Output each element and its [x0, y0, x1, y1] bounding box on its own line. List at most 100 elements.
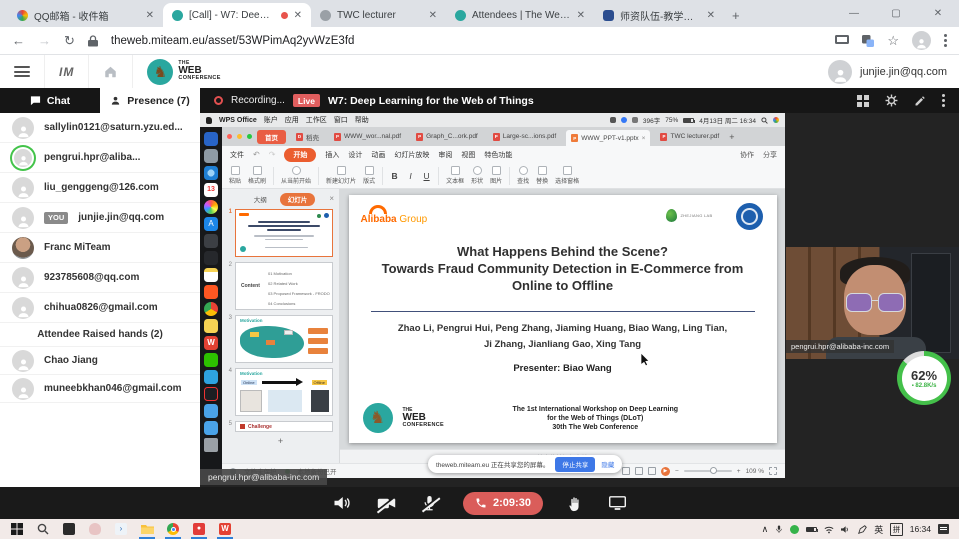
spotlight-search-icon[interactable]	[761, 117, 768, 124]
slideshow-play-icon[interactable]: ▶	[661, 467, 670, 476]
speaker-icon[interactable]	[333, 495, 351, 511]
dock-icon-folder[interactable]	[204, 421, 218, 435]
tab-chat[interactable]: Chat	[0, 88, 100, 113]
slide-thumbnail-1[interactable]: 1	[222, 206, 339, 259]
menu-help[interactable]: 帮助	[355, 115, 369, 125]
ime-language-indicator[interactable]: 英	[874, 523, 883, 536]
user-account[interactable]: junjie.jin@qq.com	[828, 60, 959, 84]
window-maximize-button[interactable]: ▢	[875, 0, 917, 27]
image-tool[interactable]: 图片	[490, 166, 502, 186]
view-normal-icon[interactable]	[622, 467, 630, 475]
tab-close-icon[interactable]: ✕	[429, 10, 437, 21]
tab-close-icon[interactable]: ✕	[146, 10, 154, 21]
tab-close-icon[interactable]: ✕	[707, 10, 715, 21]
play-from-current-tool[interactable]: 从当前开始	[281, 166, 311, 186]
view-sorter-icon[interactable]	[635, 467, 643, 475]
zoom-out-button[interactable]: −	[675, 468, 679, 475]
tray-antivirus-icon[interactable]	[790, 525, 799, 534]
attendee-row[interactable]: sallylin0121@saturn.yzu.ed...	[0, 113, 200, 143]
raise-hand-button[interactable]	[569, 495, 583, 512]
tray-expand-chevron-icon[interactable]: ∧	[762, 524, 769, 535]
share-button[interactable]: 分享	[763, 150, 777, 160]
layout-tool[interactable]: 版式	[363, 166, 375, 186]
dock-icon-stickies[interactable]	[204, 319, 218, 333]
ribbon-tab-home-active[interactable]: 开始	[284, 148, 316, 162]
dock-icon-qq[interactable]	[204, 387, 218, 401]
slides-tab-active[interactable]: 幻灯片	[280, 193, 316, 206]
format-painter-tool[interactable]: 格式刷	[248, 166, 266, 186]
find-tool[interactable]: 查找	[517, 166, 529, 186]
ime-mode-indicator[interactable]: 拼	[890, 523, 903, 536]
ribbon-tab-review[interactable]: 审阅	[438, 150, 452, 160]
browser-menu-icon[interactable]	[944, 34, 947, 47]
ribbon-tab-features[interactable]: 特色功能	[484, 150, 512, 160]
wps-new-tab-button[interactable]: +	[729, 132, 734, 142]
bold-tool[interactable]: B	[390, 171, 399, 181]
wps-tab-pdf[interactable]: PLarge-sc...ions.pdf	[488, 130, 561, 144]
dock-icon-screenshot[interactable]	[204, 251, 218, 265]
italic-tool[interactable]: I	[406, 171, 415, 181]
browser-tab-qqmail[interactable]: QQ邮箱 - 收件箱 ✕	[8, 3, 163, 27]
new-tab-button[interactable]: +	[732, 8, 740, 23]
zoom-slider[interactable]	[684, 470, 732, 472]
taskbar-file-explorer[interactable]	[134, 519, 160, 539]
window-minimize-button[interactable]: —	[833, 0, 875, 27]
url-field[interactable]: theweb.miteam.eu/asset/53WPimAq2yvWzE3fd	[111, 35, 355, 47]
annotate-pencil-icon[interactable]	[914, 95, 926, 107]
ribbon-tab-slideshow[interactable]: 幻灯片放映	[394, 150, 429, 160]
window-close-button[interactable]: ✕	[917, 0, 959, 27]
wps-tab-pdf[interactable]: PTWC lecturer.pdf	[655, 130, 724, 144]
underline-tool[interactable]: U	[422, 171, 431, 181]
dock-icon-folder[interactable]	[204, 404, 218, 418]
add-slide-button[interactable]: +	[222, 436, 339, 446]
collab-button[interactable]: 协作	[740, 150, 754, 160]
taskbar-search-button[interactable]	[30, 519, 56, 539]
wps-tab-pdf[interactable]: PGraph_C...ork.pdf	[411, 130, 483, 144]
more-options-icon[interactable]	[942, 94, 945, 107]
mac-minimize-icon[interactable]	[237, 134, 242, 139]
miteam-logo[interactable]: IM	[45, 55, 89, 88]
taskbar-clock[interactable]: 16:34	[910, 524, 931, 534]
dock-icon-safari[interactable]	[204, 166, 218, 180]
tray-battery-icon[interactable]	[806, 527, 817, 532]
camera-off-button[interactable]	[377, 496, 396, 511]
wps-tab-docer[interactable]: D稻壳	[291, 129, 324, 145]
taskbar-app-arrow[interactable]: ›	[108, 519, 134, 539]
dock-icon-wps[interactable]: W	[204, 336, 218, 350]
taskbar-app-cloud[interactable]	[82, 519, 108, 539]
menu-account[interactable]: 账户	[264, 115, 278, 125]
wps-tab-pptx-active[interactable]: PWWW_PPT-v1.pptx×	[566, 130, 650, 146]
tab-presence[interactable]: Presence (7)	[100, 88, 200, 113]
dock-icon-photos[interactable]	[204, 200, 218, 214]
dock-icon-telegram[interactable]	[204, 370, 218, 384]
taskbar-wps[interactable]: W	[212, 519, 238, 539]
ribbon-tab-animation[interactable]: 动画	[371, 150, 385, 160]
textbox-tool[interactable]: 文本框	[446, 166, 464, 186]
zoom-in-button[interactable]: +	[737, 468, 741, 475]
browser-tab-call-active[interactable]: [Call] - W7: Deep Learning ✕	[163, 3, 311, 27]
taskbar-app-dark[interactable]	[56, 519, 82, 539]
hide-share-bar-link[interactable]: 隐藏	[601, 459, 614, 469]
translate-icon[interactable]	[862, 35, 874, 47]
mac-close-icon[interactable]	[227, 134, 232, 139]
network-quality-badge[interactable]: 62% ▪ 82.8K/s	[897, 351, 951, 405]
screen-share-button[interactable]	[609, 496, 626, 511]
taskbar-chrome[interactable]	[160, 519, 186, 539]
wps-tab-pdf[interactable]: PWWW_wor...nal.pdf	[329, 130, 406, 144]
tray-pen-icon[interactable]	[858, 525, 867, 534]
attendee-row-speaking[interactable]: pengrui.hpr@aliba...	[0, 143, 200, 173]
taskbar-app-red[interactable]: ●	[186, 519, 212, 539]
ribbon-file-menu[interactable]: 文件	[230, 150, 244, 160]
bookmark-star-icon[interactable]: ☆	[887, 33, 899, 49]
tray-volume-icon[interactable]	[841, 525, 851, 534]
new-slide-tool[interactable]: 新建幻灯片	[326, 166, 356, 186]
slide-thumbnail-4[interactable]: 4 Motivation Online Offline	[222, 365, 339, 418]
redo-icon[interactable]: ↷	[269, 150, 276, 159]
reload-button-icon[interactable]: ↻	[64, 33, 75, 49]
menu-workspace[interactable]: 工作区	[306, 115, 327, 125]
forward-button-icon[interactable]: →	[38, 33, 51, 48]
conference-logo[interactable]: ♞ THE WEB CONFERENCE	[133, 55, 235, 88]
undo-icon[interactable]: ↶	[253, 150, 260, 159]
mic-off-button[interactable]	[422, 495, 437, 512]
notification-center-icon[interactable]	[938, 524, 949, 534]
